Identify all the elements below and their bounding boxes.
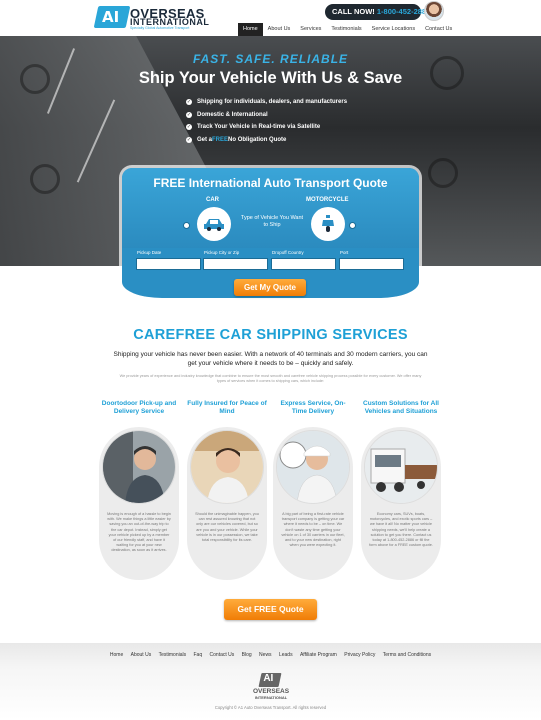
page: AI OVERSEAS INTERNATIONAL Specialty Glob… <box>0 0 541 720</box>
check-icon: ✓ <box>186 124 192 130</box>
dropoff-country-select[interactable] <box>271 258 336 270</box>
nav-about-us[interactable]: About Us <box>263 23 296 36</box>
pickup-date-label: Pickup Date <box>137 250 162 255</box>
port-label: Port <box>340 250 349 255</box>
footer-logo[interactable]: AI OVERSEAS INTERNATIONAL <box>250 673 292 703</box>
footer-links: Home About Us Testimonials Faq Contact U… <box>0 652 541 658</box>
support-agent-avatar <box>424 1 444 21</box>
hero-bullet: ✓ Track Your Vehicle in Real-time via Sa… <box>186 124 386 130</box>
copyright-text: Copyright © A1 Auto Overseas Transport. … <box>214 705 327 710</box>
footer-link-faq[interactable]: Faq <box>194 652 203 658</box>
footer-link-privacy-policy[interactable]: Privacy Policy <box>344 652 375 658</box>
hero-bullet: ✓ Get a FREE No Obligation Quote <box>186 136 386 143</box>
nav-testimonials[interactable]: Testimonials <box>326 23 366 36</box>
footer-logo-line1: OVERSEAS <box>252 688 290 695</box>
phone-number[interactable]: 1-800-452-2886 <box>377 7 430 16</box>
footer-link-leads[interactable]: Leads <box>279 652 293 658</box>
get-my-quote-button[interactable]: Get My Quote <box>234 279 306 296</box>
nav-service-locations[interactable]: Service Locations <box>367 23 420 36</box>
hero-bullet-text: Domestic & International <box>197 111 268 118</box>
hero-bullet-text: Shipping for individuals, dealers, and m… <box>197 99 348 105</box>
hero-bullet-list: ✓ Shipping for individuals, dealers, and… <box>186 99 386 149</box>
footer-link-terms[interactable]: Terms and Conditions <box>383 652 431 658</box>
nav-services[interactable]: Services <box>295 23 326 36</box>
service-description: A big part of being a first-rate vehicle… <box>281 512 345 548</box>
site-logo[interactable]: AI OVERSEAS INTERNATIONAL Specialty Glob… <box>93 6 211 32</box>
port-select[interactable] <box>339 258 404 270</box>
main-nav: Home About Us Services Testimonials Serv… <box>238 23 457 36</box>
motorcycle-option[interactable] <box>311 207 345 241</box>
footer-link-about-us[interactable]: About Us <box>131 652 152 658</box>
footer-logo-mark-icon: AI <box>258 673 282 687</box>
hero-bullet: ✓ Domestic & International <box>186 111 386 118</box>
hero-bullet-text-pre: Get a <box>197 136 213 143</box>
pickup-city-input[interactable] <box>203 258 268 270</box>
hero-title: Ship Your Vehicle With Us & Save <box>138 69 403 87</box>
hero-bullet-text-post: No Obligation Quote <box>228 136 287 143</box>
motorcycle-icon <box>322 215 334 232</box>
dropoff-country-label: Dropoff Country <box>272 250 304 255</box>
footer-link-home[interactable]: Home <box>110 652 123 658</box>
service-description: Should the unimaginable happen, you can … <box>195 512 259 543</box>
worker-photo <box>276 430 350 504</box>
services-title: CAREFREE CAR SHIPPING SERVICES <box>133 327 408 343</box>
logo-mark-icon: AI <box>93 6 131 28</box>
logo-tagline: Specialty Global Automotive Transport <box>130 26 190 30</box>
get-free-quote-button[interactable]: Get FREE Quote <box>224 599 317 620</box>
hero-tagline: FAST. SAFE. RELIABLE <box>192 52 349 66</box>
motorcycle-option-label: MOTORCYCLE <box>306 197 349 203</box>
vehicle-type-prompt: Type of Vehicle You Want to Ship <box>240 215 304 228</box>
pickup-city-label: Pickup City or Zip <box>204 250 240 255</box>
service-description: Economy cars, SUVs, boats, motorcycles, … <box>369 512 433 548</box>
check-icon: ✓ <box>186 111 192 118</box>
service-description: Moving is enough of a hassle to begin wi… <box>107 512 171 553</box>
car-option[interactable] <box>197 207 231 241</box>
customer-photo <box>190 430 264 504</box>
call-now-badge[interactable]: CALL NOW! 1-800-452-2886 <box>325 4 430 20</box>
motorcycle-radio[interactable] <box>349 222 356 229</box>
footer-link-affiliate-program[interactable]: Affiliate Program <box>300 652 337 658</box>
service-title: Express Service, On-Time Delivery <box>280 400 346 415</box>
footer-link-news[interactable]: News <box>259 652 272 658</box>
truck-photo <box>364 430 438 504</box>
pickup-date-input[interactable] <box>136 258 201 270</box>
footer-link-testimonials[interactable]: Testimonials <box>159 652 187 658</box>
car-option-label: CAR <box>206 197 219 203</box>
swirl-decoration <box>428 158 458 188</box>
driver-photo <box>102 430 176 504</box>
service-title: Doortodoor Pick-up and Delivery Service <box>101 400 177 415</box>
nav-contact-us[interactable]: Contact Us <box>420 23 457 36</box>
service-title: Fully Insured for Peace of Mind <box>187 400 267 415</box>
hero-bullet: ✓ Shipping for individuals, dealers, and… <box>186 99 386 105</box>
nav-home[interactable]: Home <box>238 23 263 36</box>
services-intro: We provide years of experience and indus… <box>119 374 422 383</box>
swirl-decoration <box>30 164 60 194</box>
site-header: AI OVERSEAS INTERNATIONAL Specialty Glob… <box>0 0 541 36</box>
services-lead: Shipping your vehicle has never been eas… <box>113 351 428 367</box>
car-radio[interactable] <box>183 222 190 229</box>
footer-link-contact-us[interactable]: Contact Us <box>210 652 235 658</box>
free-highlight: FREE <box>212 136 229 143</box>
check-icon: ✓ <box>186 99 192 105</box>
footer-link-blog[interactable]: Blog <box>242 652 252 658</box>
site-footer: Home About Us Testimonials Faq Contact U… <box>0 643 541 720</box>
car-icon <box>204 219 224 231</box>
quote-form-title: FREE International Auto Transport Quote <box>153 176 388 190</box>
footer-logo-line2: INTERNATIONAL <box>254 695 288 700</box>
call-label: CALL NOW! <box>332 7 375 16</box>
service-title: Custom Solutions for All Vehicles and Si… <box>363 400 439 415</box>
check-icon: ✓ <box>186 136 192 143</box>
hero-bullet-text: Track Your Vehicle in Real-time via Sate… <box>197 124 321 130</box>
